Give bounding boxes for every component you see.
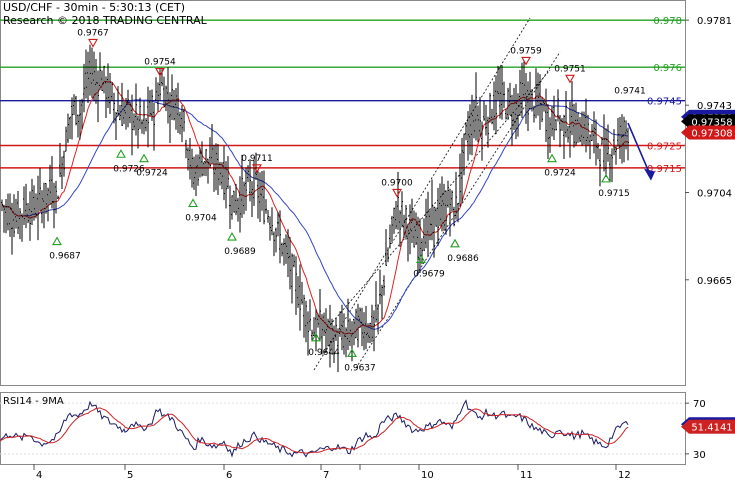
- x-axis-tick-label: 4: [36, 470, 42, 480]
- high-value-label: 0.9759: [510, 46, 542, 56]
- y-axis-tick-label: 0.9781: [697, 16, 732, 27]
- x-axis-tick-label: 12: [618, 470, 631, 480]
- high-value-label: 0.9700: [381, 178, 413, 188]
- x-axis-tick-label: 11: [520, 470, 533, 480]
- rsi-axis-tick-label: 30: [693, 450, 706, 461]
- chart-canvas: 0.978 0.976 0.9745 0.9725 0.9715 0.9767 0.975…: [0, 0, 735, 481]
- low-value-label: 0.9715: [598, 189, 630, 199]
- level-label-resistance: 0.978: [653, 16, 682, 27]
- low-value-label: 0.9679: [413, 269, 445, 279]
- x-axis-tick-label: 7: [323, 470, 329, 480]
- chart-root: 0.978 0.976 0.9745 0.9725 0.9715 0.9767 0.975…: [0, 0, 735, 481]
- main-plot-frame: [0, 0, 686, 386]
- low-value-label: 0.9724: [136, 169, 168, 179]
- research-credit: Research © 2018 TRADING CENTRAL: [3, 14, 208, 27]
- y-axis-tick-label: 0.9665: [697, 276, 732, 287]
- level-label-support: 0.9725: [647, 141, 682, 152]
- low-value-label: 0.9704: [185, 214, 217, 224]
- high-value-label: 0.9767: [77, 28, 109, 38]
- low-value-label: 0.9637: [344, 363, 376, 373]
- low-value-label: 0.9689: [224, 247, 256, 257]
- low-value-label: 0.9724: [544, 169, 576, 179]
- high-value-label: 0.9754: [144, 58, 176, 68]
- high-value-label: 0.9711: [241, 154, 273, 164]
- rsi-plot-frame: [0, 392, 686, 465]
- x-axis-tick-label: 6: [226, 470, 232, 480]
- rsi-badge-label: 51.4141: [691, 423, 732, 434]
- level-label-resistance: 0.976: [653, 63, 682, 74]
- y-axis-tick-label: 0.9704: [697, 189, 732, 200]
- price-badge-label: 0.97308: [691, 129, 732, 140]
- x-axis-tick-label: 10: [421, 470, 434, 480]
- x-axis-tick-label: 5: [127, 470, 133, 480]
- low-value-label: 0.9686: [447, 254, 479, 264]
- low-value-label: 0.9687: [49, 252, 81, 262]
- high-value-label: 0.9741: [614, 87, 646, 97]
- rsi-label: RSI14 - 9MA: [3, 396, 64, 407]
- rsi-axis-tick-label: 70: [693, 399, 706, 410]
- high-value-label: 0.9751: [554, 64, 586, 74]
- level-label-pivot: 0.9745: [647, 97, 682, 108]
- low-value-label: 0.9644: [308, 348, 340, 358]
- symbol-title: USD/CHF - 30min - 5:30:13 (CET): [3, 1, 185, 14]
